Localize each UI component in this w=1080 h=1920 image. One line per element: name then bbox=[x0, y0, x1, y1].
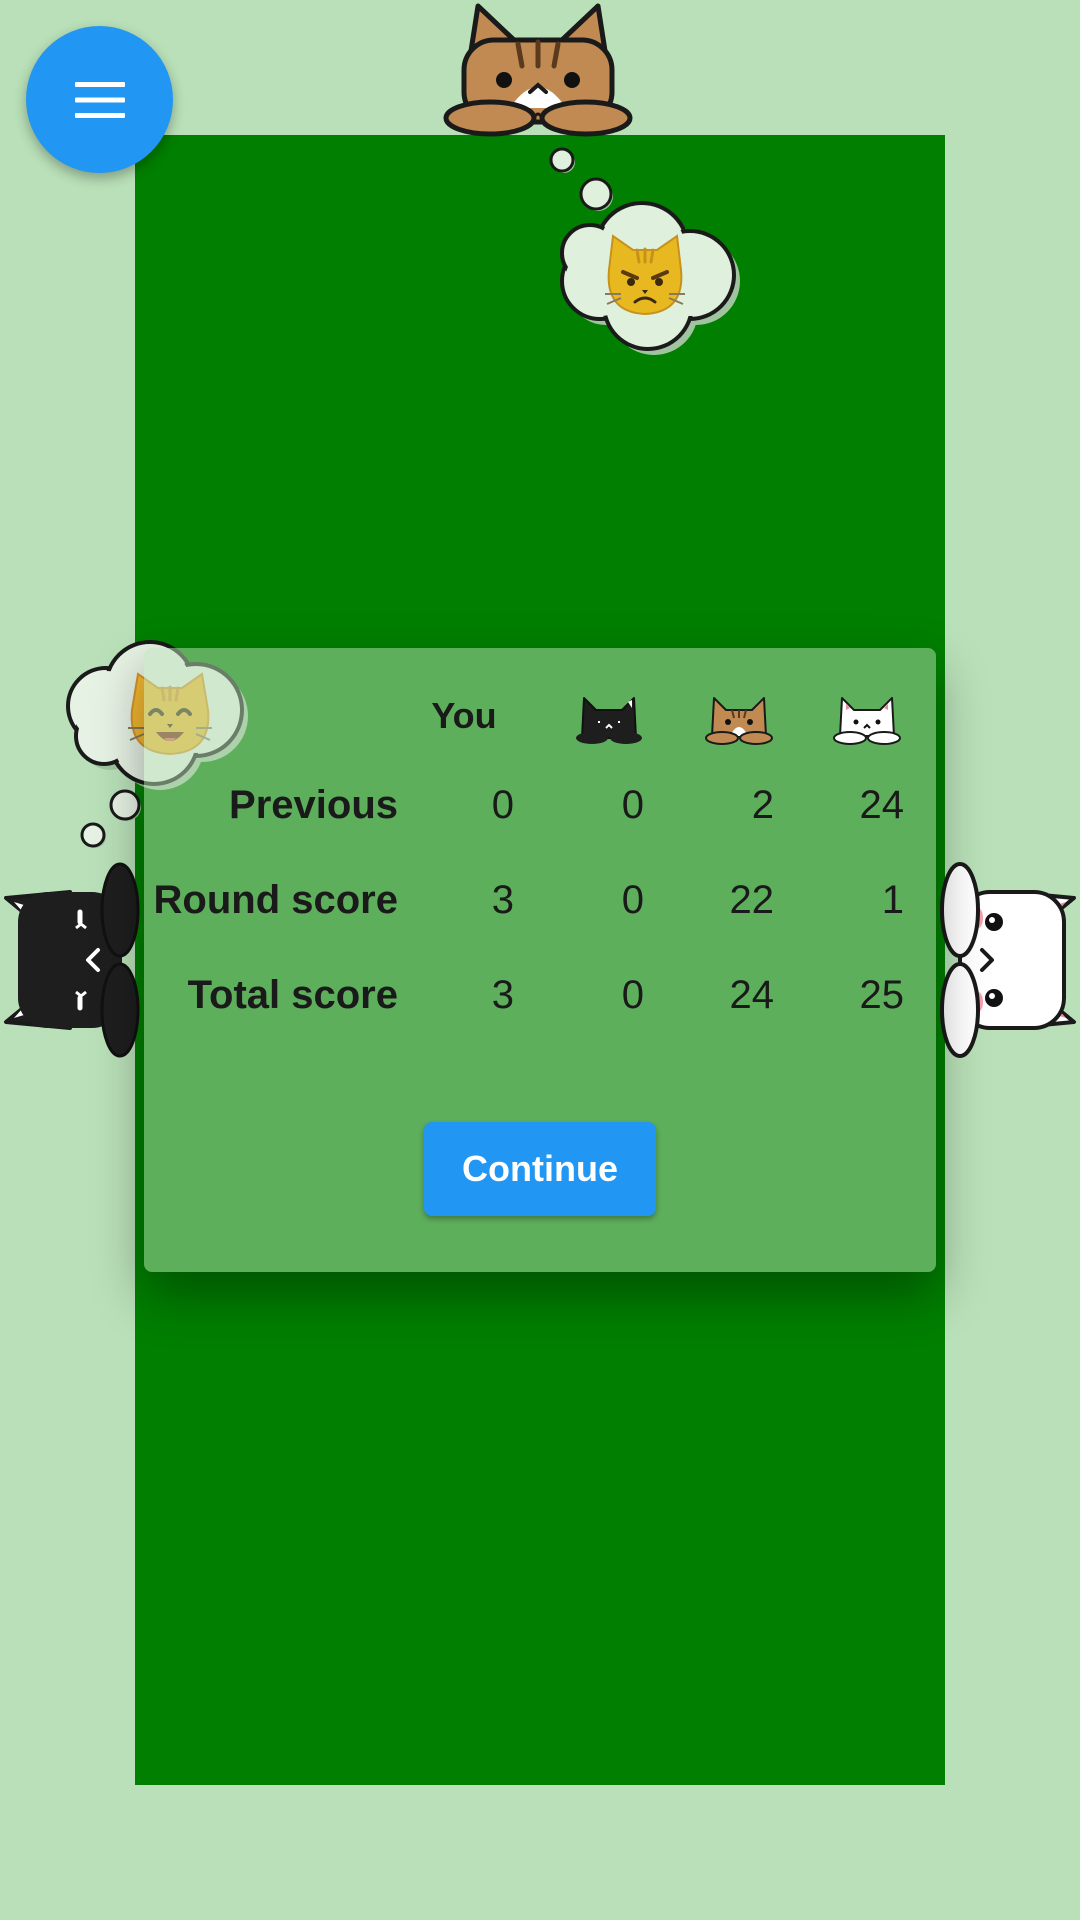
score-row-previous: Previous 0 0 2 24 bbox=[144, 775, 936, 835]
tabby-cat-icon bbox=[705, 697, 773, 745]
score-cell-white-cat: 24 bbox=[859, 783, 905, 827]
column-header-black-cat bbox=[574, 686, 644, 746]
score-cell-you: 3 bbox=[491, 973, 514, 1017]
black-cat-opponent bbox=[0, 862, 140, 1058]
white-cat-opponent bbox=[940, 862, 1080, 1058]
score-cell-you: 3 bbox=[491, 878, 514, 922]
score-row-round: Round score 3 0 22 1 bbox=[144, 870, 936, 930]
score-cell-white-cat: 1 bbox=[881, 878, 904, 922]
column-header-you: You bbox=[431, 695, 497, 736]
score-row-total: Total score 3 0 24 25 bbox=[144, 965, 936, 1025]
row-label: Total score bbox=[187, 973, 398, 1017]
white-cat-icon bbox=[940, 862, 1076, 1058]
white-cat-icon bbox=[833, 697, 901, 745]
tabby-cat-opponent bbox=[440, 0, 636, 140]
score-cell-tabby-cat: 22 bbox=[729, 878, 775, 922]
continue-button[interactable]: Continue bbox=[424, 1122, 656, 1216]
row-label: Round score bbox=[153, 878, 398, 922]
pouting-cat-face-icon bbox=[605, 234, 685, 316]
score-cell-black-cat: 0 bbox=[621, 783, 644, 827]
score-cell-white-cat: 25 bbox=[859, 973, 905, 1017]
hamburger-menu-icon bbox=[74, 81, 125, 118]
score-header-row: You bbox=[144, 686, 936, 746]
score-cell-you: 0 bbox=[491, 783, 514, 827]
score-cell-tabby-cat: 2 bbox=[751, 783, 774, 827]
round-score-dialog: You Previous 0 0 2 24 Round score 3 0 22… bbox=[144, 648, 936, 1272]
black-cat-icon bbox=[4, 862, 140, 1058]
score-cell-black-cat: 0 bbox=[621, 973, 644, 1017]
tabby-cat-thought-bubble bbox=[530, 145, 750, 365]
menu-button[interactable] bbox=[26, 26, 173, 173]
row-label: Previous bbox=[229, 783, 398, 827]
column-header-white-cat bbox=[832, 686, 902, 746]
black-cat-icon bbox=[576, 697, 642, 744]
score-cell-black-cat: 0 bbox=[621, 878, 644, 922]
score-cell-tabby-cat: 24 bbox=[729, 973, 775, 1017]
tabby-cat-icon bbox=[443, 3, 633, 137]
column-header-tabby-cat bbox=[704, 686, 774, 746]
